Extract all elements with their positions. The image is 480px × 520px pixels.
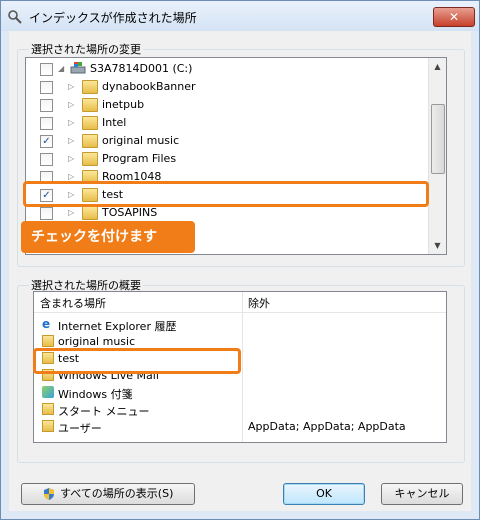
instruction-callout: チェックを付けます [21, 221, 195, 253]
tree-item[interactable]: ✓ ▷ original music [26, 132, 426, 150]
column-excluded[interactable]: 除外 [248, 295, 270, 311]
drive-icon [70, 62, 86, 74]
list-item-label: スタート メニュー [58, 405, 150, 418]
expand-arrow-icon[interactable]: ▷ [68, 172, 74, 181]
tree-item[interactable]: ▷ dynabookBanner [26, 78, 426, 96]
close-button[interactable]: ✕ [433, 7, 475, 27]
tree-item-label: inetpub [102, 98, 145, 111]
list-item[interactable]: Windows 付箋 [34, 384, 446, 401]
tree-item[interactable]: ▷ inetpub [26, 96, 426, 114]
folder-icon [82, 134, 98, 148]
tree-item-label: TOSAPINS [102, 206, 158, 219]
tree-item-label: S3A7814D001 (C:) [90, 62, 193, 75]
close-icon: ✕ [448, 10, 460, 24]
list-item-label: Windows 付箋 [58, 388, 133, 401]
folder-icon [42, 335, 54, 347]
checkbox[interactable] [40, 99, 53, 112]
show-all-label: すべての場所の表示(S) [60, 487, 174, 500]
collapse-arrow-icon[interactable]: ◢ [58, 64, 64, 73]
checkbox[interactable] [40, 153, 53, 166]
tree-item-label: Program Files [102, 152, 177, 165]
tree-item-label: original music [102, 134, 180, 147]
notes-icon [42, 386, 54, 398]
title-bar: インデックスが作成された場所 ✕ [1, 1, 479, 31]
ok-button[interactable]: OK [283, 483, 365, 505]
search-index-icon [8, 10, 22, 24]
tree-item[interactable]: ▷ Intel [26, 114, 426, 132]
ie-icon: e [42, 317, 51, 331]
test-summary-highlight [33, 348, 241, 374]
folder-icon [82, 80, 98, 94]
folder-icon [82, 98, 98, 112]
test-row-highlight [23, 181, 429, 207]
folder-icon [42, 420, 54, 432]
checkbox[interactable] [40, 63, 53, 76]
tree-item[interactable]: ▷ Program Files [26, 150, 426, 168]
checkbox[interactable] [40, 117, 53, 130]
folder-icon [82, 116, 98, 130]
checkbox[interactable]: ✓ [40, 135, 53, 148]
checkbox[interactable] [40, 207, 53, 220]
folder-icon [42, 403, 54, 415]
expand-arrow-icon[interactable]: ▷ [68, 154, 74, 163]
list-item-label: original music [58, 335, 136, 348]
list-item-label: ユーザー [58, 422, 102, 435]
expand-arrow-icon[interactable]: ▷ [68, 100, 74, 109]
list-item[interactable]: e Internet Explorer 履歴 [34, 316, 446, 333]
shield-icon [44, 488, 54, 500]
list-item[interactable]: スタート メニュー [34, 401, 446, 418]
tree-item-label: Intel [102, 116, 127, 129]
folder-icon [82, 152, 98, 166]
change-section-label: 選択された場所の変更 [29, 41, 143, 57]
tree-item[interactable]: ◢ S3A7814D001 (C:) [26, 60, 426, 78]
scroll-up-icon[interactable]: ▲ [429, 58, 446, 75]
show-all-locations-button[interactable]: すべての場所の表示(S) [21, 483, 195, 505]
indexed-locations-dialog: インデックスが作成された場所 ✕ 選択された場所の変更 ▲ ▼ ◢ S3A7814… [0, 0, 480, 520]
list-header: 含まれる場所 除外 [34, 292, 446, 313]
scroll-thumb[interactable] [431, 104, 445, 174]
expand-arrow-icon[interactable]: ▷ [68, 118, 74, 127]
checkbox[interactable] [40, 81, 53, 94]
expand-arrow-icon[interactable]: ▷ [68, 82, 74, 91]
folder-icon [82, 206, 98, 220]
list-item[interactable]: ユーザー AppData; AppData; AppData [34, 418, 446, 435]
cancel-button[interactable]: キャンセル [381, 483, 463, 505]
window-title: インデックスが作成された場所 [29, 11, 197, 25]
tree-item-label: dynabookBanner [102, 80, 196, 93]
scroll-down-icon[interactable]: ▼ [429, 237, 446, 254]
tree-scrollbar[interactable]: ▲ ▼ [428, 58, 446, 254]
list-item-label: Internet Explorer 履歴 [58, 320, 177, 333]
list-item-excluded: AppData; AppData; AppData [248, 420, 406, 433]
expand-arrow-icon[interactable]: ▷ [68, 208, 74, 217]
column-included[interactable]: 含まれる場所 [40, 295, 106, 311]
expand-arrow-icon[interactable]: ▷ [68, 136, 74, 145]
